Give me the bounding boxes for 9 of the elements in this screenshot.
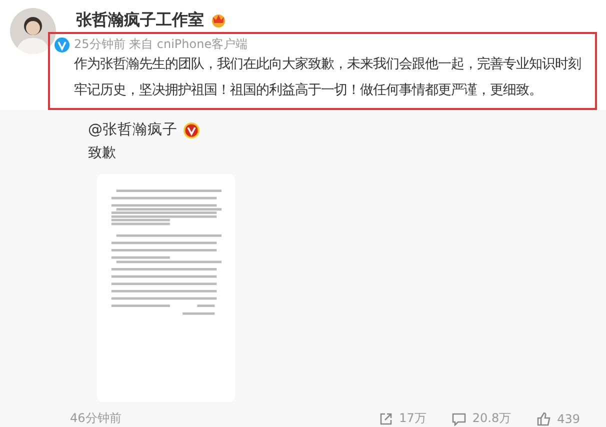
repost-author[interactable]: @张哲瀚疯子: [88, 120, 178, 140]
post-time: 46分钟前: [70, 410, 122, 427]
share-count: 17万: [399, 410, 426, 427]
account-name[interactable]: 张哲瀚疯子工作室: [76, 10, 204, 30]
like-count: 439: [557, 412, 580, 426]
repost-text: 致歉: [88, 144, 117, 162]
post-text: 作为张哲瀚先生的团队，我们在此向大家致歉，未来我们会跟他一起，完善专业知识时刻牢记历史，坚决拥护祖国！祖国的利益高于一切！做任何事情都更严谨，更细致。: [74, 56, 582, 100]
post-meta: 25分钟前 来自 cniPhone客户端: [74, 36, 249, 52]
comment-count: 20.8万: [472, 410, 512, 427]
